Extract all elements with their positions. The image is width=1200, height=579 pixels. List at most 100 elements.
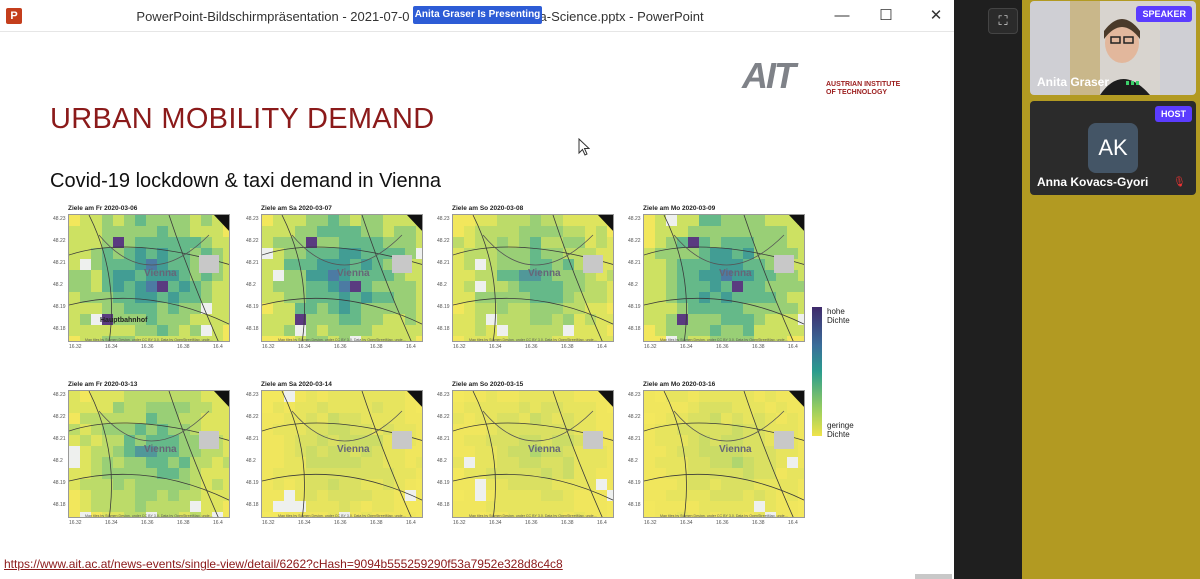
x-tick: 16.4 xyxy=(213,520,223,526)
y-tick: 48.18 xyxy=(628,326,641,332)
powerpoint-titlebar: P PowerPoint-Bildschirmpräsentation - 20… xyxy=(0,0,954,32)
x-tick: 16.34 xyxy=(105,520,118,526)
city-label: Vienna xyxy=(144,268,177,279)
x-tick: 16.36 xyxy=(525,344,538,350)
meeting-gutter xyxy=(954,0,1022,579)
map-title: Ziele am Fr 2020-03-13 xyxy=(68,381,138,388)
close-button[interactable]: ✕ xyxy=(926,6,946,26)
y-tick: 48.18 xyxy=(437,326,450,332)
y-tick: 48.18 xyxy=(437,502,450,508)
map-panel: Ziele am Sa 2020-03-07 Vienna Map tiles by… xyxy=(246,205,423,354)
y-tick: 48.21 xyxy=(628,260,641,266)
y-tick: 48.19 xyxy=(53,304,66,310)
map-title: Ziele am Mo 2020-03-09 xyxy=(643,205,716,212)
participant-tile-host[interactable]: AK HOST Anna Kovacs-Gyori 🎙 xyxy=(1030,101,1196,195)
mouse-cursor-icon xyxy=(578,138,590,156)
map-title: Ziele am So 2020-03-08 xyxy=(452,205,524,212)
x-tick: 16.34 xyxy=(298,344,311,350)
expand-icon[interactable]: ⛶ xyxy=(988,8,1018,34)
y-tick: 48.21 xyxy=(628,436,641,442)
x-tick: 16.4 xyxy=(406,344,416,350)
x-tick: 16.4 xyxy=(213,344,223,350)
map-plot: Vienna Map tiles by Stamen Design, under … xyxy=(452,390,614,518)
y-tick: 48.2 xyxy=(53,282,63,288)
mic-muted-icon: 🎙 xyxy=(1173,177,1186,188)
y-tick: 48.18 xyxy=(53,502,66,508)
x-tick: 16.34 xyxy=(105,344,118,350)
map-panel: Ziele am So 2020-03-08 Vienna Map tiles by… xyxy=(437,205,614,354)
map-panel: Ziele am Fr 2020-03-06 Vienna Hauptbahnhof… xyxy=(53,205,230,354)
density-legend-bar xyxy=(812,307,822,436)
map-plot: Vienna Map tiles by Stamen Design, under … xyxy=(643,214,805,342)
y-tick: 48.19 xyxy=(437,480,450,486)
participants-panel: SPEAKER Anita Graser AK HOST Anna Kovacs… xyxy=(1022,0,1200,579)
y-tick: 48.23 xyxy=(246,392,259,398)
y-tick: 48.22 xyxy=(53,238,66,244)
map-plot: Vienna Map tiles by Stamen Design, under … xyxy=(643,390,805,518)
source-link[interactable]: https://www.ait.ac.at/news-events/single… xyxy=(4,557,563,571)
x-tick: 16.32 xyxy=(69,344,82,350)
legend-high-label: hohe Dichte xyxy=(827,307,850,325)
map-panel: Ziele am Fr 2020-03-13 Vienna Map tiles by… xyxy=(53,381,230,530)
maximize-button[interactable]: ☐ xyxy=(876,6,896,26)
y-tick: 48.21 xyxy=(437,436,450,442)
y-tick: 48.23 xyxy=(437,216,450,222)
city-label: Vienna xyxy=(337,268,370,279)
y-tick: 48.22 xyxy=(53,414,66,420)
x-tick: 16.36 xyxy=(525,520,538,526)
slide-heading: URBAN MOBILITY DEMAND xyxy=(50,103,435,135)
legend-low-label: geringe Dichte xyxy=(827,421,854,439)
y-tick: 48.19 xyxy=(628,304,641,310)
y-tick: 48.23 xyxy=(628,392,641,398)
y-tick: 48.2 xyxy=(246,282,256,288)
x-tick: 16.38 xyxy=(752,520,765,526)
scrollbar[interactable] xyxy=(915,574,952,579)
y-tick: 48.19 xyxy=(246,480,259,486)
x-tick: 16.38 xyxy=(752,344,765,350)
y-tick: 48.23 xyxy=(437,392,450,398)
y-tick: 48.23 xyxy=(246,216,259,222)
x-tick: 16.34 xyxy=(489,520,502,526)
x-tick: 16.32 xyxy=(453,344,466,350)
logo-wordmark: AIT xyxy=(742,55,796,96)
map-plot: Vienna Map tiles by Stamen Design, under … xyxy=(452,214,614,342)
map-title: Ziele am Fr 2020-03-06 xyxy=(68,205,138,212)
x-tick: 16.38 xyxy=(177,344,190,350)
y-tick: 48.19 xyxy=(437,304,450,310)
x-tick: 16.32 xyxy=(262,344,275,350)
map-title: Ziele am Sa 2020-03-07 xyxy=(261,205,332,212)
participant-tile-speaker[interactable]: SPEAKER Anita Graser xyxy=(1030,1,1196,95)
host-badge: HOST xyxy=(1154,106,1192,122)
city-label: Vienna xyxy=(719,444,752,455)
y-tick: 48.18 xyxy=(628,502,641,508)
map-panel: Ziele am Mo 2020-03-09 Vienna Map tiles by… xyxy=(628,205,805,354)
participant-name: Anna Kovacs-Gyori xyxy=(1037,175,1149,189)
y-tick: 48.22 xyxy=(246,238,259,244)
y-tick: 48.19 xyxy=(628,480,641,486)
x-tick: 16.34 xyxy=(680,344,693,350)
x-tick: 16.4 xyxy=(788,520,798,526)
slide-subheading: Covid-19 lockdown & taxi demand in Vienn… xyxy=(50,170,441,192)
x-tick: 16.38 xyxy=(177,520,190,526)
y-tick: 48.22 xyxy=(437,238,450,244)
x-tick: 16.36 xyxy=(716,520,729,526)
y-tick: 48.21 xyxy=(246,436,259,442)
logo-subtitle: AUSTRIAN INSTITUTE OF TECHNOLOGY xyxy=(826,81,901,96)
city-label: Vienna xyxy=(528,444,561,455)
y-tick: 48.22 xyxy=(246,414,259,420)
map-title: Ziele am Mo 2020-03-16 xyxy=(643,381,716,388)
x-tick: 16.32 xyxy=(644,520,657,526)
x-tick: 16.36 xyxy=(334,344,347,350)
map-plot: Vienna Map tiles by Stamen Design, under … xyxy=(261,214,423,342)
city-label: Vienna xyxy=(144,444,177,455)
x-tick: 16.36 xyxy=(141,520,154,526)
x-tick: 16.32 xyxy=(69,520,82,526)
y-tick: 48.21 xyxy=(437,260,450,266)
y-tick: 48.23 xyxy=(628,216,641,222)
y-tick: 48.18 xyxy=(53,326,66,332)
map-title: Ziele am So 2020-03-15 xyxy=(452,381,524,388)
map-plot: Vienna Map tiles by Stamen Design, under … xyxy=(261,390,423,518)
ait-logo: AIT AUSTRIAN INSTITUTE OF TECHNOLOGY xyxy=(742,58,907,98)
minimize-button[interactable]: — xyxy=(832,6,852,26)
participant-name: Anita Graser xyxy=(1037,75,1110,89)
